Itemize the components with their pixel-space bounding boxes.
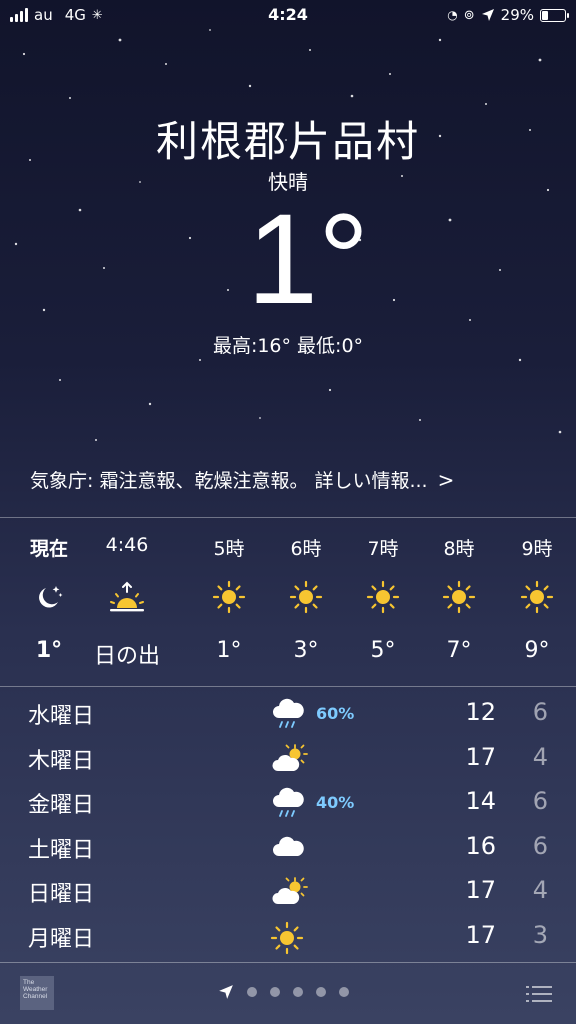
page-dot: [247, 987, 257, 997]
rain-cloud-icon: [270, 698, 308, 732]
low-temperature: 3: [532, 921, 548, 949]
alarm-icon: ◔: [447, 8, 458, 22]
high-temperature: 17: [465, 876, 496, 905]
weather-alert-link[interactable]: 気象庁: 霜注意報、乾燥注意報。 詳しい情報... >: [30, 466, 550, 493]
current-temperature: 1°: [246, 188, 370, 331]
divider: [0, 686, 576, 687]
high-temperature: 16: [465, 831, 496, 860]
hourly-value: 9°: [524, 638, 550, 663]
sunrise-icon: [88, 580, 166, 616]
location-arrow-icon: [219, 985, 233, 999]
day-name: 日曜日: [28, 882, 95, 908]
high-temperature: 12: [465, 698, 496, 726]
sun-icon: [190, 580, 268, 616]
weather-alert-text: 気象庁: 霜注意報、乾燥注意報。 詳しい情報...: [30, 470, 428, 492]
day-name: 水曜日: [28, 704, 95, 729]
sun-icon: [498, 580, 576, 616]
low-temperature: 4: [532, 876, 548, 905]
daily-row: 月曜日 17 3: [0, 917, 576, 961]
moon-stars-icon: [10, 580, 88, 616]
daily-row: 金曜日 40% 14 6: [0, 783, 576, 827]
precipitation-chance: 40%: [316, 793, 355, 813]
status-right: ◔ ⊚ 29%: [447, 6, 569, 24]
sun-icon: [267, 580, 345, 616]
daily-row: 日曜日 17 4: [0, 872, 576, 916]
list-icon[interactable]: [526, 984, 552, 1004]
low-temperature: 6: [532, 787, 548, 816]
partly-sunny-icon: [270, 876, 308, 910]
page-dot: [293, 987, 303, 997]
hourly-forecast[interactable]: 現在 1° 4:46 日の出 5時 1° 6時 3° 7時 5° 8時 7° 9…: [0, 520, 576, 686]
hourly-value: 7°: [446, 638, 472, 663]
hourly-time-label: 現在: [29, 538, 68, 560]
status-bar: au 4G ✳ 4:24 ◔ ⊚ 29%: [0, 0, 576, 30]
day-name: 金曜日: [28, 793, 95, 819]
hourly-value: 日の出: [93, 644, 160, 669]
hourly-time-label: 9時: [521, 538, 553, 560]
hourly-time-label: 8時: [443, 538, 475, 560]
hourly-value: 1°: [216, 638, 242, 663]
sun-icon: [420, 580, 498, 616]
day-name: 月曜日: [28, 927, 95, 952]
page-indicator[interactable]: [218, 984, 349, 1000]
day-name: 土曜日: [28, 837, 95, 863]
high-temperature: 17: [465, 921, 496, 949]
daily-row: 水曜日 60% 12 6: [0, 694, 576, 738]
chevron-right-icon: >: [437, 467, 455, 492]
precipitation-chance: 60%: [316, 704, 355, 723]
city-name: 利根郡片品村: [155, 117, 420, 166]
hourly-time-label: 6時: [290, 538, 322, 560]
hourly-value: 3°: [293, 638, 319, 663]
hourly-time-label: 7時: [367, 538, 399, 560]
daily-row: 土曜日 16 6: [0, 828, 576, 872]
divider: [0, 517, 576, 518]
low-temperature: 6: [532, 698, 548, 726]
hourly-value: 1°: [35, 638, 63, 663]
hourly-time-label: 5時: [213, 538, 245, 560]
battery-icon: [540, 8, 569, 22]
sun-icon: [270, 921, 308, 955]
high-temperature: 17: [465, 742, 496, 771]
cloud-icon: [270, 832, 308, 866]
page-dot: [316, 987, 326, 997]
high-temperature: 14: [465, 787, 496, 816]
bottom-toolbar: The Weather Channel: [0, 962, 576, 1024]
rain-cloud-icon: [270, 787, 308, 821]
page-dot: [270, 987, 280, 997]
battery-percent: 29%: [500, 6, 534, 24]
orientation-lock-icon: ⊚: [463, 7, 475, 23]
page-dot: [339, 987, 349, 997]
high-low-temperature: 最高:16° 最低:0°: [212, 335, 364, 357]
sun-icon: [344, 580, 422, 616]
hourly-time-label: 4:46: [105, 534, 149, 556]
weather-channel-logo[interactable]: The Weather Channel: [20, 976, 54, 1010]
location-arrow-icon: [481, 9, 494, 21]
partly-sunny-icon: [270, 743, 308, 777]
hourly-value: 5°: [370, 638, 396, 663]
daily-row: 木曜日 17 4: [0, 739, 576, 783]
low-temperature: 6: [532, 831, 548, 860]
day-name: 木曜日: [28, 748, 95, 774]
low-temperature: 4: [532, 742, 548, 771]
